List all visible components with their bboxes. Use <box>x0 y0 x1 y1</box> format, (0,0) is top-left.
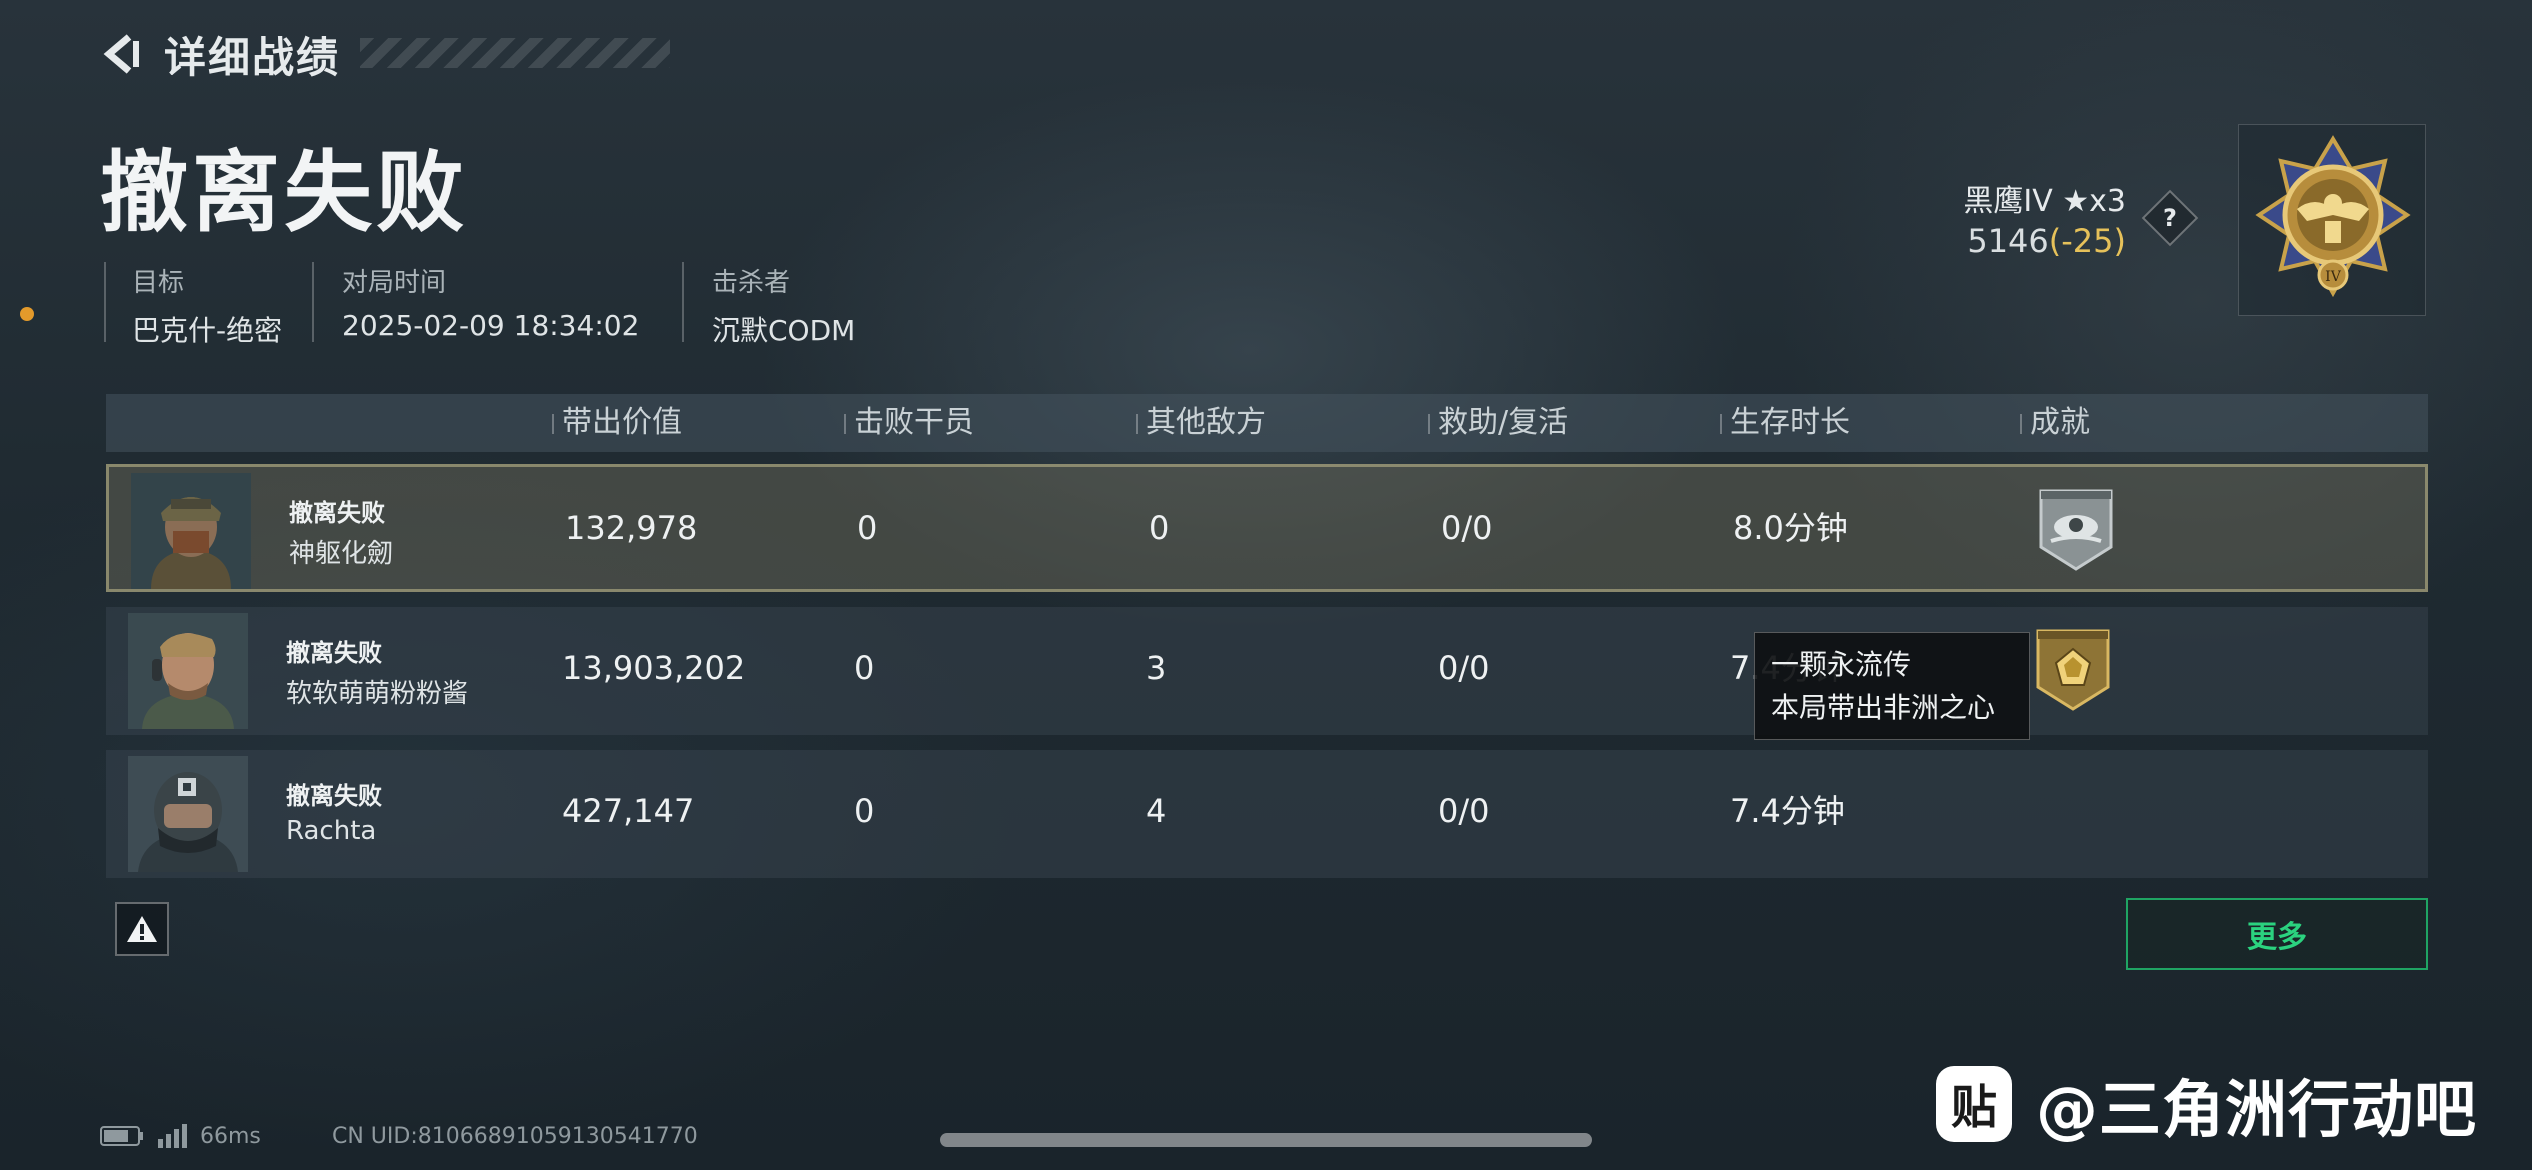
table-header: 带出价值 击败干员 其他敌方 救助/复活 生存时长 成就 <box>106 394 2428 452</box>
more-button[interactable]: 更多 <box>2126 898 2428 970</box>
player-name: Rachta <box>286 816 377 846</box>
meta-target: 目标 巴克什-绝密 <box>132 262 282 347</box>
report-button[interactable] <box>115 902 169 956</box>
tooltip-title: 一颗永流传 <box>1771 648 1912 681</box>
row-status: 撤离失败 <box>286 782 382 810</box>
achievement-heart-badge-icon[interactable] <box>2034 627 2112 713</box>
col-header-other-enemies: 其他敌方 <box>1136 394 1266 452</box>
header-stripes <box>360 38 670 68</box>
player-avatar <box>131 473 251 589</box>
meta-value: 巴克什-绝密 <box>132 314 283 347</box>
meta-divider <box>312 262 314 342</box>
col-header-value: 带出价值 <box>552 394 682 452</box>
cell-other-enemies: 3 <box>1146 649 1167 687</box>
table-row[interactable]: 撤离失败 Rachta 427,147 0 4 0/0 7.4分钟 <box>106 750 2428 878</box>
col-header-kills: 击败干员 <box>844 394 974 452</box>
battery-icon <box>100 1126 143 1146</box>
cell-assist-revive: 0/0 <box>1438 792 1490 830</box>
meta-label: 击杀者 <box>712 268 791 298</box>
back-arrow-icon[interactable] <box>100 32 144 76</box>
svg-text:IV: IV <box>2325 269 2342 285</box>
rank-score: 5146(-25) <box>1967 222 2126 260</box>
achievement-tooltip: 一颗永流传 本局带出非洲之心 <box>1754 632 2030 740</box>
achievement-eye-badge-icon[interactable] <box>2037 487 2115 573</box>
meta-label: 对局时间 <box>342 268 447 298</box>
player-name: 神躯化劒 <box>289 539 394 569</box>
eagle-medal-icon: IV <box>2255 135 2411 298</box>
cell-survival-time: 8.0分钟 <box>1733 509 1848 547</box>
player-name: 软软萌萌粉粉酱 <box>286 679 469 709</box>
header-title: 详细战绩 <box>164 32 341 82</box>
cell-assist-revive: 0/0 <box>1438 649 1490 687</box>
cell-value: 427,147 <box>562 792 695 830</box>
rank-help-button[interactable]: ? <box>2141 189 2199 247</box>
rank-badge[interactable]: IV <box>2238 124 2426 316</box>
cell-kills: 0 <box>854 792 875 830</box>
ping-value: 66ms <box>200 1123 261 1149</box>
meta-label: 目标 <box>132 268 185 298</box>
cell-other-enemies: 4 <box>1146 792 1167 830</box>
cell-assist-revive: 0/0 <box>1441 509 1493 547</box>
home-indicator[interactable] <box>940 1133 1592 1147</box>
meta-killer: 击杀者 沉默CODM <box>712 262 855 347</box>
signal-icon <box>158 1124 187 1148</box>
tieba-logo-icon: 贴 <box>1936 1066 2012 1142</box>
row-status: 撤离失败 <box>286 639 382 667</box>
col-header-assist-revive: 救助/复活 <box>1428 394 1568 452</box>
meta-divider <box>682 262 684 342</box>
uid-text: CN UID:81066891059130541770 <box>332 1123 698 1149</box>
warning-icon <box>127 916 157 942</box>
question-icon: ? <box>2163 203 2177 232</box>
status-footer: 66ms <box>100 1120 261 1152</box>
col-header-survival-time: 生存时长 <box>1720 394 1850 452</box>
row-status: 撤离失败 <box>289 499 385 527</box>
watermark-text: @三角洲行动吧 <box>2036 1073 2478 1146</box>
meta-value: 沉默CODM <box>712 314 856 347</box>
side-indicator-dot <box>20 307 34 321</box>
meta-match-time: 对局时间 2025-02-09 18:34:02 <box>342 262 639 344</box>
watermark: 贴 @三角洲行动吧 <box>1936 1064 2477 1146</box>
player-avatar <box>128 756 248 872</box>
result-title: 撤离失败 <box>100 141 469 244</box>
cell-other-enemies: 0 <box>1149 509 1170 547</box>
tieba-logo-text: 贴 <box>1951 1080 1997 1134</box>
cell-value: 132,978 <box>565 509 698 547</box>
table-row[interactable]: 撤离失败 软软萌萌粉粉酱 13,903,202 0 3 0/0 7.4分钟 <box>106 607 2428 735</box>
meta-divider <box>104 262 106 342</box>
col-header-achievements: 成就 <box>2020 394 2090 452</box>
rank-name: 黑鹰IV ★x3 <box>1963 184 2126 219</box>
cell-kills: 0 <box>857 509 878 547</box>
tooltip-description: 本局带出非洲之心 <box>1771 691 1996 724</box>
player-avatar <box>128 613 248 729</box>
cell-value: 13,903,202 <box>562 649 746 687</box>
back-bar: 详细战绩 <box>100 28 670 82</box>
meta-value: 2025-02-09 18:34:02 <box>342 309 640 342</box>
rank-score-delta: (-25) <box>2048 222 2126 260</box>
rank-score-value: 5146 <box>1967 222 2049 260</box>
cell-survival-time: 7.4分钟 <box>1730 792 1845 830</box>
table-row[interactable]: 撤离失败 神躯化劒 132,978 0 0 0/0 8.0分钟 <box>106 464 2428 592</box>
cell-kills: 0 <box>854 649 875 687</box>
